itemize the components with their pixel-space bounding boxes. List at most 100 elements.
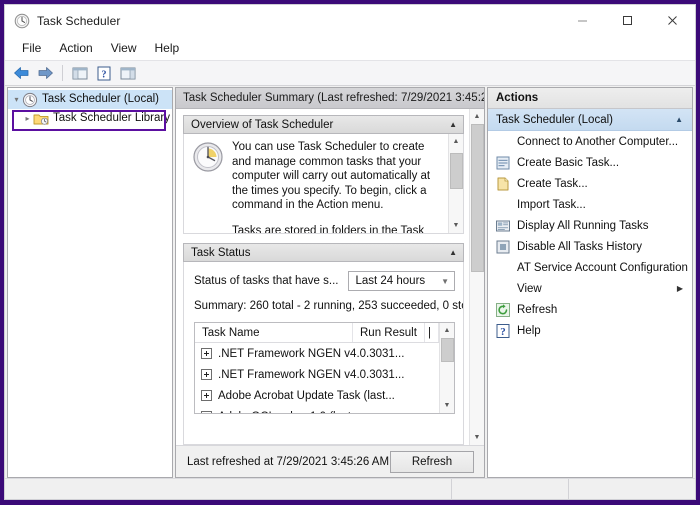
chevron-right-icon[interactable]: ▸ [22, 113, 33, 124]
summary-pane-scrollbar[interactable]: ▲ ▼ [469, 109, 484, 445]
column-header-run-result[interactable]: Run Result [353, 323, 425, 342]
scroll-down-icon[interactable]: ▼ [449, 218, 464, 233]
scroll-down-icon[interactable]: ▼ [470, 430, 485, 445]
maximize-button[interactable] [605, 5, 650, 36]
table-row[interactable]: AdobeGCInvoker-1.0 (last run su... [195, 406, 439, 413]
status-bar [5, 478, 695, 499]
chevron-up-icon[interactable]: ▲ [449, 120, 457, 129]
no-icon [495, 134, 511, 150]
folder-clock-icon [33, 111, 49, 127]
action-connect-to-another-computer[interactable]: Connect to Another Computer... [488, 131, 692, 152]
tree-item-task-scheduler-local[interactable]: ▾ Task Scheduler (Local) [8, 90, 172, 109]
status-segment-3 [569, 479, 695, 499]
actions-group-header[interactable]: Task Scheduler (Local) ▲ [488, 109, 692, 131]
action-refresh[interactable]: Refresh [488, 299, 692, 320]
expand-icon[interactable] [201, 348, 212, 359]
column-header-partial[interactable]: | [425, 323, 439, 342]
clock-icon [22, 92, 38, 108]
task-table-scroll-track[interactable] [440, 338, 455, 398]
no-icon [495, 260, 511, 276]
action-label: View [517, 282, 542, 295]
chevron-down-icon[interactable]: ▾ [11, 94, 22, 105]
overview-scrollbar[interactable]: ▲ ▼ [448, 134, 463, 233]
summary-scroll-thumb[interactable] [470, 124, 484, 272]
action-label: Create Basic Task... [517, 156, 620, 169]
overview-paragraph-2: Tasks are stored in folders in the Task [232, 224, 425, 234]
overview-scroll-track[interactable] [449, 149, 464, 218]
action-display-all-running-tasks[interactable]: Display All Running Tasks [488, 215, 692, 236]
refresh-icon [495, 302, 511, 318]
task-status-group-body: Status of tasks that have s... Last 24 h… [183, 262, 464, 445]
clock-icon [14, 13, 30, 29]
create-basic-task-icon [495, 155, 511, 171]
summary-pane: Task Scheduler Summary (Last refreshed: … [175, 87, 485, 478]
table-row[interactable]: Adobe Acrobat Update Task (last... [195, 385, 439, 406]
task-status-table: Task Name Run Result | .NET Framework NG… [194, 322, 455, 414]
window-frame: Task Scheduler File Action View Help ? ▾… [0, 0, 700, 505]
chevron-right-icon[interactable]: ▶ [677, 284, 683, 293]
running-tasks-icon [495, 218, 511, 234]
summary-content: Overview of Task Scheduler ▲ You can use… [176, 109, 469, 445]
action-label: Display All Running Tasks [517, 219, 649, 232]
menu-file[interactable]: File [13, 39, 50, 58]
chevron-up-icon[interactable]: ▲ [449, 248, 457, 257]
action-disable-all-tasks-history[interactable]: Disable All Tasks History [488, 236, 692, 257]
actions-pane: Actions Task Scheduler (Local) ▲ Connect… [487, 87, 693, 478]
task-scheduler-window: Task Scheduler File Action View Help ? ▾… [4, 4, 696, 500]
task-table-scrollbar[interactable]: ▲ ▼ [439, 323, 454, 413]
chevron-down-icon[interactable]: ▼ [441, 277, 449, 286]
overview-group-label: Overview of Task Scheduler [191, 118, 334, 131]
task-status-group-label: Task Status [191, 246, 251, 259]
action-import-task[interactable]: Import Task... [488, 194, 692, 215]
back-button[interactable] [10, 62, 32, 84]
overview-scroll-thumb[interactable] [449, 153, 463, 189]
menu-action[interactable]: Action [50, 39, 101, 58]
console-tree-icon[interactable] [69, 62, 91, 84]
expand-icon[interactable] [201, 390, 212, 401]
overview-inner: You can use Task Scheduler to create and… [184, 134, 448, 233]
summary-scroll-area: Overview of Task Scheduler ▲ You can use… [176, 109, 484, 445]
action-label: Disable All Tasks History [517, 240, 643, 253]
expand-icon[interactable] [201, 369, 212, 380]
scroll-up-icon[interactable]: ▲ [440, 323, 455, 338]
summary-scroll-track[interactable] [470, 124, 485, 430]
task-table-scroll-thumb[interactable] [440, 338, 454, 362]
column-header-task-name[interactable]: Task Name [195, 323, 353, 342]
tree-item-task-scheduler-library[interactable]: ▸ Task Scheduler Library [8, 109, 172, 128]
overview-group-header[interactable]: Overview of Task Scheduler ▲ [183, 115, 464, 134]
refresh-button[interactable]: Refresh [390, 450, 474, 473]
table-row[interactable]: .NET Framework NGEN v4.0.3031... [195, 364, 439, 385]
action-help[interactable]: ? Help [488, 320, 692, 341]
minimize-button[interactable] [560, 5, 605, 36]
action-view[interactable]: View ▶ [488, 278, 692, 299]
chevron-up-icon[interactable]: ▲ [675, 115, 683, 124]
last-refreshed-text: Last refreshed at 7/29/2021 3:45:26 AM [187, 455, 390, 468]
action-pane-icon[interactable] [117, 62, 139, 84]
status-segment-1 [5, 479, 452, 499]
close-button[interactable] [650, 5, 695, 36]
time-range-combobox[interactable]: Last 24 hours ▼ [348, 271, 455, 291]
menu-view[interactable]: View [102, 39, 146, 58]
actions-group-label: Task Scheduler (Local) [496, 113, 613, 126]
status-segment-2 [452, 479, 569, 499]
action-at-service-account-configuration[interactable]: AT Service Account Configuration [488, 257, 692, 278]
question-mark-icon[interactable]: ? [93, 62, 115, 84]
title-bar: Task Scheduler [5, 5, 695, 36]
scroll-up-icon[interactable]: ▲ [470, 109, 485, 124]
expand-icon[interactable] [201, 411, 212, 413]
tree-item-label: Task Scheduler Library [53, 111, 170, 124]
window-title: Task Scheduler [37, 13, 121, 28]
action-create-basic-task[interactable]: Create Basic Task... [488, 152, 692, 173]
menu-bar: File Action View Help [5, 36, 695, 60]
tree-item-label: Task Scheduler (Local) [42, 92, 159, 105]
task-status-group-header[interactable]: Task Status ▲ [183, 243, 464, 262]
overview-group-body: You can use Task Scheduler to create and… [183, 134, 464, 234]
forward-button[interactable] [34, 62, 56, 84]
table-row[interactable]: .NET Framework NGEN v4.0.3031... [195, 343, 439, 364]
task-name: .NET Framework NGEN v4.0.3031... [218, 347, 405, 360]
menu-help[interactable]: Help [146, 39, 189, 58]
scroll-down-icon[interactable]: ▼ [440, 398, 455, 413]
action-create-task[interactable]: Create Task... [488, 173, 692, 194]
console-tree-pane: ▾ Task Scheduler (Local) ▸ Task Schedule… [7, 87, 173, 478]
scroll-up-icon[interactable]: ▲ [449, 134, 464, 149]
